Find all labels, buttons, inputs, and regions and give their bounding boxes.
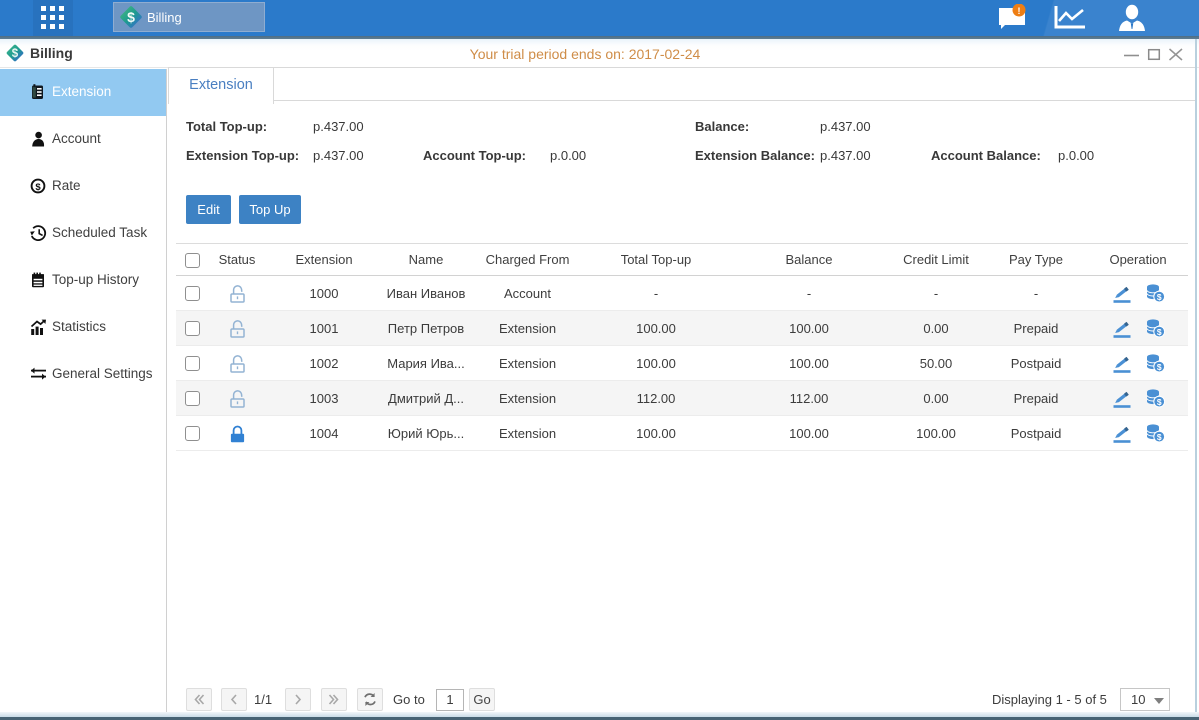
svg-text:$: $ <box>35 182 41 193</box>
svg-text:$: $ <box>127 9 135 25</box>
svg-text:!: ! <box>1018 6 1021 16</box>
